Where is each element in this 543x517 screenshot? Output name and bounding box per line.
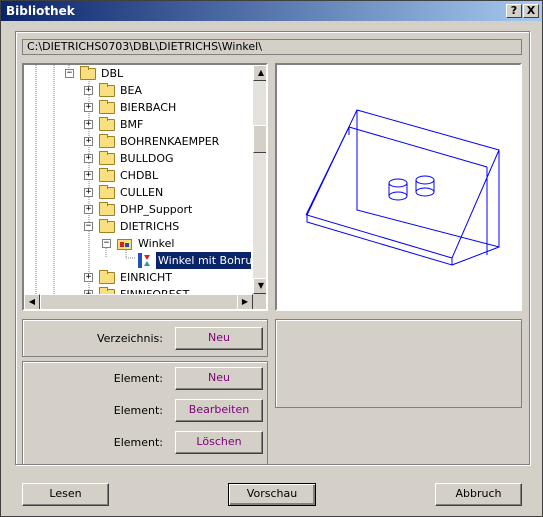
expand-icon[interactable]: + (84, 120, 93, 129)
title-bar: Bibliothek ? X (1, 1, 542, 21)
expand-icon[interactable]: + (84, 137, 93, 146)
tree-node-label: EINRICHT (120, 271, 172, 284)
expand-icon[interactable]: + (84, 154, 93, 163)
expand-icon[interactable]: + (84, 103, 93, 112)
expand-icon[interactable]: + (84, 171, 93, 180)
cancel-button[interactable]: Abbruch (435, 483, 522, 506)
tree-node-label: CHDBL (120, 169, 159, 182)
tree-node-label: Winkel (138, 237, 175, 250)
expand-icon[interactable]: + (84, 188, 93, 197)
tree-node-label: BOHRENKAEMPER (120, 135, 220, 148)
directory-panel: Verzeichnis: Neu (22, 319, 268, 357)
folder-icon (80, 66, 96, 80)
expand-icon[interactable]: + (84, 273, 93, 282)
folder-icon (99, 117, 115, 131)
collapse-icon[interactable]: − (84, 222, 93, 231)
expand-icon[interactable]: + (84, 86, 93, 95)
tree-node-label: BIERBACH (120, 101, 177, 114)
folder-icon (99, 134, 115, 148)
folder-icon (99, 185, 115, 199)
collapse-icon[interactable]: − (102, 239, 111, 248)
window-title: Bibliothek (6, 4, 75, 18)
element-label-edit: Element: (113, 404, 163, 417)
wireframe-preview (305, 109, 500, 266)
new-element-button[interactable]: Neu (175, 367, 263, 390)
tree-vertical-scrollbar[interactable]: ▲ ▼ (253, 65, 266, 294)
tree-node-label: Winkel mit Bohrung (156, 252, 251, 269)
element-panel: Element: Neu Element: Bearbeiten Element… (22, 361, 268, 465)
scroll-left-icon[interactable]: ◀ (24, 294, 40, 309)
library-folder-icon (117, 239, 132, 250)
edit-element-button[interactable]: Bearbeiten (175, 399, 263, 422)
preview-button[interactable]: Vorschau (228, 483, 316, 506)
tree-node-label: BULLDOG (120, 152, 174, 165)
folder-icon (99, 83, 115, 97)
scroll-corner (253, 294, 266, 309)
scroll-right-icon[interactable]: ▶ (237, 294, 253, 309)
element-preview (275, 63, 522, 311)
scroll-thumb-horizontal[interactable] (40, 294, 238, 309)
load-button[interactable]: Lesen (22, 483, 109, 506)
tree-node-label: DIETRICHS (120, 220, 180, 233)
scroll-up-icon[interactable]: ▲ (253, 65, 266, 81)
tree-node-label: CULLEN (120, 186, 164, 199)
collapse-icon[interactable]: − (65, 69, 74, 78)
delete-element-button[interactable]: Löschen (175, 431, 263, 454)
scroll-thumb[interactable] (253, 125, 266, 153)
library-window: Bibliothek ? X C:\DIETRICHS0703\DBL\DIET… (0, 0, 543, 517)
expand-icon[interactable]: + (84, 205, 93, 214)
folder-icon (99, 202, 115, 216)
tree-horizontal-scrollbar[interactable]: ◀ ▶ (24, 294, 253, 309)
path-display: C:\DIETRICHS0703\DBL\DIETRICHS\Winkel\ (22, 39, 522, 55)
element-label-delete: Element: (113, 436, 163, 449)
tree-node-label: DHP_Support (120, 203, 193, 216)
new-directory-button[interactable]: Neu (175, 327, 263, 350)
tree-node-label: BMF (120, 118, 144, 131)
tree-node-label: DBL (101, 67, 124, 80)
verzeichnis-label: Verzeichnis: (96, 332, 163, 345)
folder-icon (99, 100, 115, 114)
tree-content: − DBL + BEA + BIERBACH + BMF + BOHRENKAE… (24, 65, 251, 294)
element-label-new: Element: (113, 372, 163, 385)
folder-icon (99, 151, 115, 165)
tree-node-label: FINNFOREST (120, 286, 189, 294)
tree-node-label: BEA (120, 84, 143, 97)
close-button[interactable]: X (523, 4, 539, 18)
library-tree[interactable]: − DBL + BEA + BIERBACH + BMF + BOHRENKAE… (22, 63, 268, 311)
element-icon (138, 253, 150, 268)
help-button[interactable]: ? (506, 4, 522, 18)
scroll-down-icon[interactable]: ▼ (253, 278, 266, 294)
folder-icon (99, 219, 115, 233)
info-panel (275, 319, 522, 408)
folder-icon (99, 270, 115, 284)
folder-icon (99, 168, 115, 182)
